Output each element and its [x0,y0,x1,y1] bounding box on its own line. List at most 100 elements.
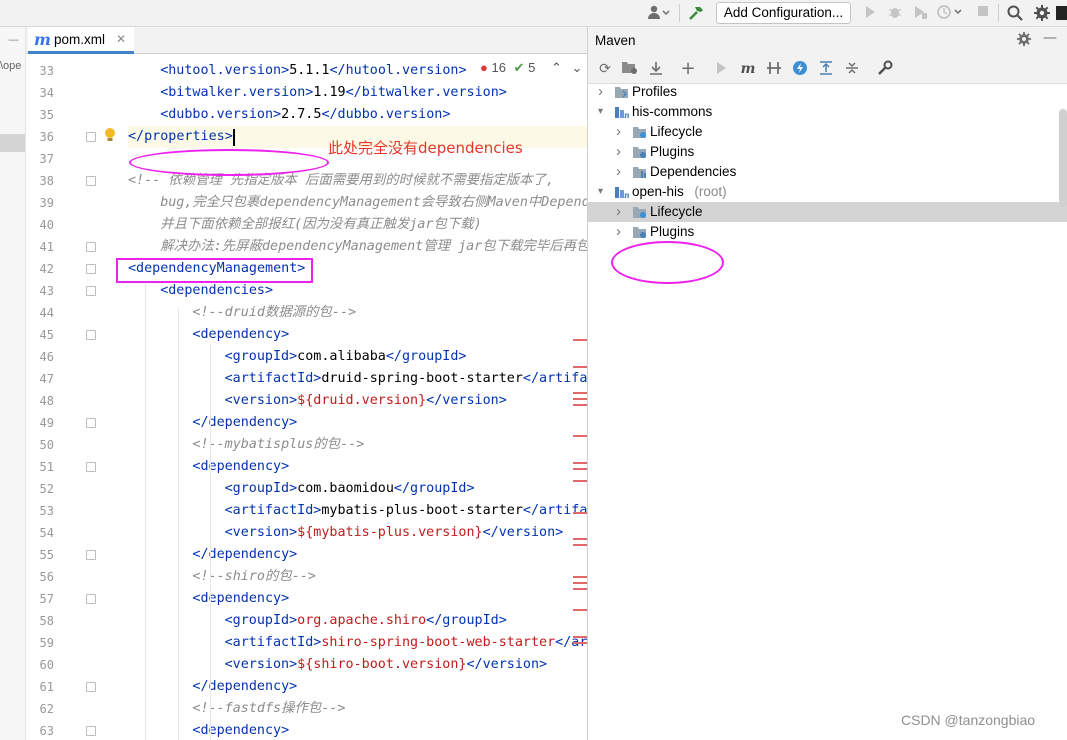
code-line[interactable]: </properties> [128,126,233,148]
code-line[interactable]: <artifactId>shiro-spring-boot-web-starte… [225,632,587,654]
fold-marker-icon[interactable] [86,594,96,604]
search-icon[interactable] [1005,4,1025,22]
code-line[interactable]: </dependency> [192,676,297,698]
chevron-right-icon[interactable]: › [598,82,603,102]
user-icon[interactable] [646,4,672,22]
fold-marker-icon[interactable] [86,550,96,560]
error-stripe-mark[interactable] [573,538,587,540]
profiler-icon[interactable] [935,4,965,22]
run-icon[interactable] [861,4,879,22]
error-stripe-mark[interactable] [573,544,587,546]
maven-tree-node[interactable]: ›Profiles [588,82,1067,102]
close-tab-icon[interactable]: ✕ [116,32,126,46]
error-stripe-mark[interactable] [573,642,587,644]
fold-marker-icon[interactable] [86,418,96,428]
chevron-down-icon[interactable]: ▾ [598,102,603,122]
error-stripe-mark[interactable] [573,462,587,464]
maven-tree-node[interactable]: ›Lifecycle [588,202,1067,222]
error-stripe-mark[interactable] [573,404,587,406]
code-line[interactable]: <!--druid数据源的包--> [192,302,356,324]
toggle-offline-icon[interactable] [765,60,783,78]
maven-tree-node[interactable]: ›Plugins [588,142,1067,162]
error-stripe-mark[interactable] [573,366,587,368]
code-line[interactable]: <groupId>com.alibaba</groupId> [225,346,467,368]
collapse-all-icon[interactable] [843,60,861,78]
maven-tree-node[interactable]: ▾mopen-his(root) [588,182,1067,202]
code-line[interactable]: 并且下面依赖全部报红(因为没有真正触发jar包下载) [160,214,482,236]
fold-marker-icon[interactable] [86,330,96,340]
code-line[interactable]: <hutool.version>5.1.1</hutool.version> [160,60,466,82]
reload-icon[interactable]: ⟳ [596,60,614,78]
error-stripe-mark[interactable] [573,512,587,514]
generate-sources-icon[interactable] [620,60,638,78]
build-hammer-icon[interactable] [686,4,706,22]
inspection-widget[interactable]: ● 16 ✔ 5 ⌃ ⌄ [480,60,582,76]
lightbulb-icon[interactable] [103,127,117,143]
ide-logo-icon[interactable] [1056,4,1067,22]
add-icon[interactable]: + [679,60,697,78]
show-dependencies-icon[interactable] [817,60,835,78]
next-highlight-icon[interactable]: ⌄ [572,60,583,75]
hide-panel-icon[interactable]: — [1043,30,1057,46]
maven-settings-wrench-icon[interactable] [876,60,894,78]
code-line[interactable]: </dependency> [192,544,297,566]
maven-tree-node[interactable]: ›Plugins [588,222,1067,242]
chevron-right-icon[interactable]: › [616,222,621,242]
code-line[interactable]: <dependency> [192,588,289,610]
code-line[interactable]: <dubbo.version>2.7.5</dubbo.version> [160,104,450,126]
code-line[interactable]: 解决办法:先屏蔽dependencyManagement管理 jar包下载完毕后… [160,236,587,258]
maven-scrollbar[interactable] [1059,109,1067,207]
code-line[interactable]: <artifactId>mybatis-plus-boot-starter</a… [225,500,587,522]
error-stripe-mark[interactable] [573,435,587,437]
code-line[interactable]: <dependency> [192,324,289,346]
chevron-right-icon[interactable]: › [616,202,621,222]
code-line[interactable]: <dependency> [192,720,289,740]
fold-marker-icon[interactable] [86,462,96,472]
error-stripe-mark[interactable] [573,398,587,400]
code-line[interactable]: </dependency> [192,412,297,434]
fold-marker-icon[interactable] [86,682,96,692]
error-stripe-mark[interactable] [573,468,587,470]
debug-icon[interactable] [886,4,904,22]
run-maven-build-icon[interactable] [712,60,730,78]
code-line[interactable]: <groupId>com.baomidou</groupId> [225,478,475,500]
code-line[interactable]: <dependencies> [160,280,273,302]
panel-settings-gear-icon[interactable] [1016,31,1032,51]
error-stripe-mark[interactable] [573,339,587,341]
fold-marker-icon[interactable] [86,242,96,252]
error-stripe-mark[interactable] [573,609,587,611]
skip-tests-icon[interactable] [791,60,809,78]
code-line[interactable]: <!--fastdfs操作包--> [192,698,345,720]
download-icon[interactable] [647,60,665,78]
collapse-icon[interactable]: — [8,33,19,46]
error-stripe-mark[interactable] [573,588,587,590]
stop-icon[interactable] [974,4,992,22]
chevron-right-icon[interactable]: › [616,142,621,162]
add-configuration-button[interactable]: Add Configuration... [716,2,851,24]
maven-tree-node[interactable]: ›Lifecycle [588,122,1067,142]
maven-tree-node[interactable]: ▾mhis-commons [588,102,1067,122]
fold-marker-icon[interactable] [86,176,96,186]
code-line[interactable]: <dependency> [192,456,289,478]
code-line[interactable]: <version>${mybatis-plus.version}</versio… [225,522,564,544]
error-stripe-mark[interactable] [573,636,587,638]
error-stripe-mark[interactable] [573,582,587,584]
fold-marker-icon[interactable] [86,132,96,142]
error-stripe-mark[interactable] [573,576,587,578]
execute-goal-icon[interactable]: m [738,60,758,78]
code-line[interactable]: <artifactId>druid-spring-boot-starter</a… [225,368,587,390]
code-line[interactable]: <groupId>org.apache.shiro</groupId> [225,610,507,632]
fold-marker-icon[interactable] [86,286,96,296]
settings-gear-icon[interactable] [1032,4,1052,22]
code-line[interactable]: bug,完全只包裹dependencyManagement会导致右侧Maven中… [160,192,587,214]
coverage-icon[interactable] [911,4,929,22]
previous-highlight-icon[interactable]: ⌃ [551,60,562,75]
chevron-down-icon[interactable]: ▾ [598,182,603,202]
code-line[interactable]: <bitwalker.version>1.19</bitwalker.versi… [160,82,507,104]
error-stripe-mark[interactable] [573,392,587,394]
chevron-right-icon[interactable]: › [616,162,621,182]
code-line[interactable]: <version>${shiro-boot.version}</version> [225,654,548,676]
code-line[interactable]: <version>${druid.version}</version> [225,390,507,412]
error-stripe-mark[interactable] [573,480,587,482]
selected-project-row[interactable] [0,134,26,152]
